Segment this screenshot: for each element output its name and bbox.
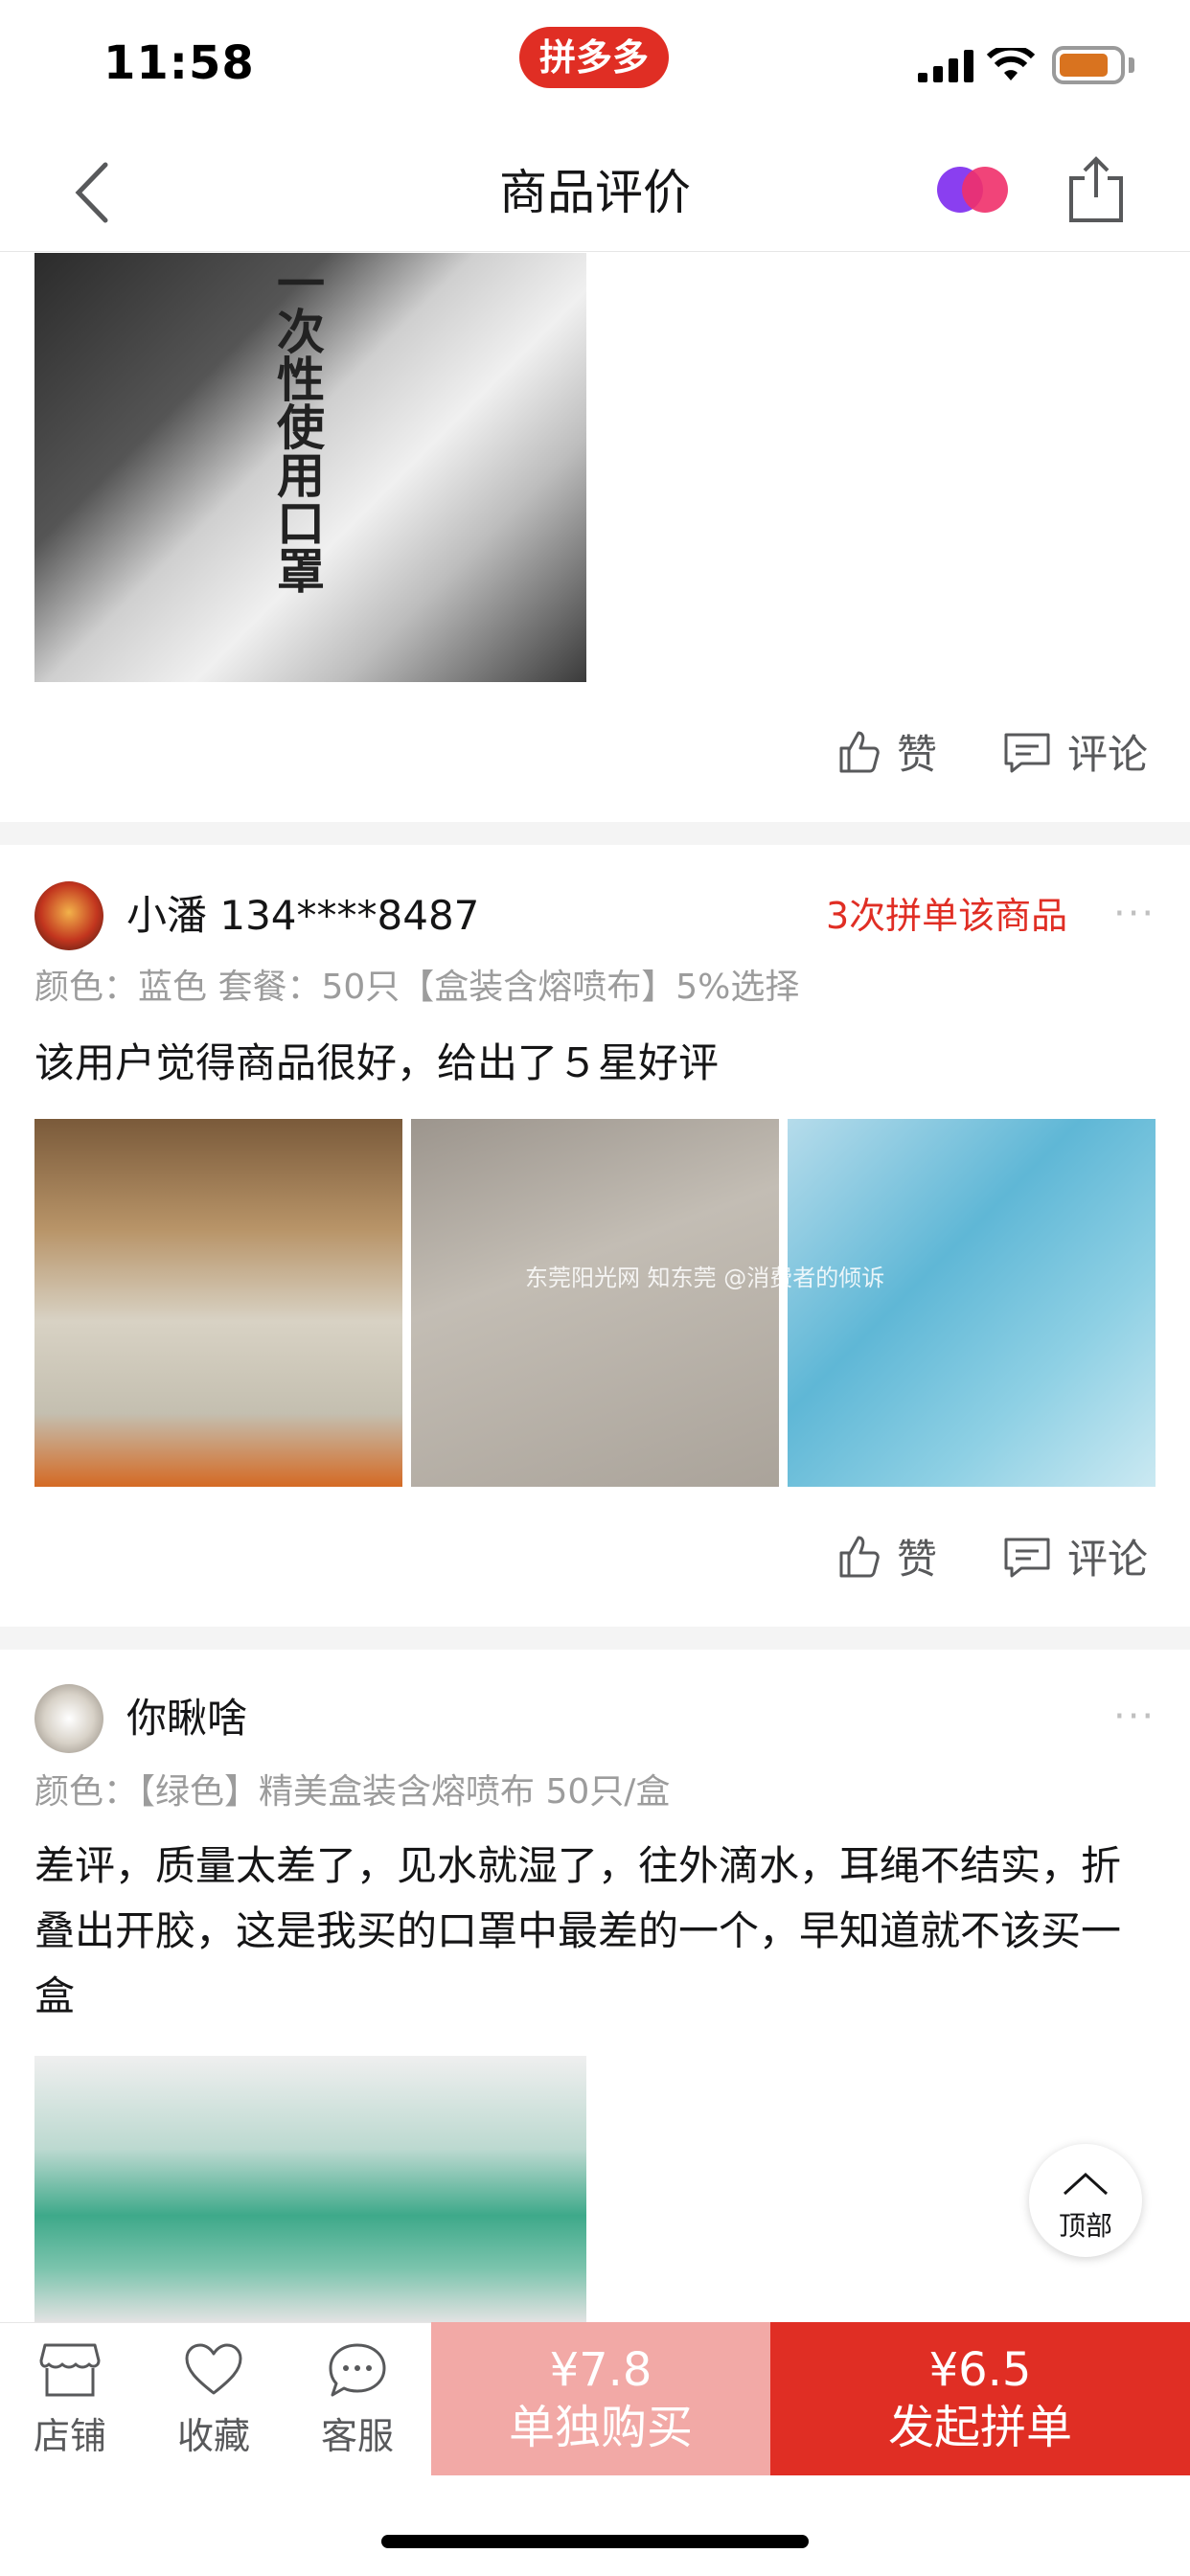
single-price: ¥7.8 — [549, 2343, 652, 2397]
heart-icon — [185, 2343, 242, 2395]
avatar[interactable] — [34, 881, 103, 950]
shop-label: 店铺 — [33, 2415, 106, 2457]
home-indicator[interactable] — [381, 2535, 809, 2548]
comment-label: 评论 — [1067, 731, 1149, 778]
comment-label: 评论 — [1067, 1536, 1149, 1583]
comment-button[interactable]: 评论 — [1002, 1527, 1148, 1585]
customer-service-button[interactable]: 客服 — [295, 2341, 420, 2459]
comment-icon — [1004, 1538, 1050, 1577]
shop-button[interactable]: 店铺 — [8, 2341, 132, 2459]
like-label: 赞 — [897, 1536, 938, 1583]
more-options-icon[interactable]: ··· — [1113, 887, 1156, 941]
product-spec: 颜色：蓝色 套餐：50只【盒装含熔喷布】5%选择 — [34, 968, 800, 1007]
wifi-icon — [987, 48, 1035, 80]
group-price: ¥6.5 — [928, 2343, 1032, 2397]
thumbs-up-icon — [839, 731, 880, 772]
group-buy-label: 发起拼单 — [887, 2401, 1072, 2454]
favorite-button[interactable]: 收藏 — [151, 2341, 276, 2459]
review-image[interactable] — [34, 2056, 586, 2322]
favorite-label: 收藏 — [176, 2415, 250, 2457]
review-image[interactable] — [34, 1119, 402, 1487]
single-buy-label: 单独购买 — [508, 2401, 693, 2454]
battery-tip — [1129, 57, 1134, 73]
divider — [0, 1627, 1190, 1650]
pinduoduo-circles-icon[interactable] — [935, 163, 1010, 217]
battery-icon — [1052, 46, 1125, 84]
username: 小潘 134****8487 — [126, 892, 480, 939]
product-spec: 颜色：【绿色】精美盒装含熔喷布 50只/盒 — [34, 1772, 671, 1812]
page-title: 商品评价 — [499, 165, 691, 220]
app-badge: 拼多多 — [519, 27, 669, 88]
review-text: 该用户觉得商品很好，给出了５星好评 — [34, 1039, 720, 1086]
customer-service-label: 客服 — [320, 2415, 394, 2457]
chevron-up-icon — [1063, 2172, 1109, 2196]
back-to-top-label: 顶部 — [1058, 2210, 1112, 2242]
comment-button[interactable]: 评论 — [1002, 722, 1148, 781]
purchase-count-badge: 3次拼单该商品 — [826, 895, 1068, 937]
watermark: 东莞阳光网 知东莞 @消费者的倾诉 — [525, 1265, 885, 1291]
thumbs-up-icon — [839, 1536, 880, 1577]
like-button[interactable]: 赞 — [835, 722, 937, 781]
share-icon[interactable] — [1065, 153, 1127, 226]
like-button[interactable]: 赞 — [835, 1527, 937, 1585]
more-options-icon[interactable]: ··· — [1113, 1690, 1156, 1744]
chat-bubble-icon — [329, 2343, 386, 2397]
comment-icon — [1004, 733, 1050, 772]
signal-icon — [918, 50, 973, 82]
back-to-top-button[interactable]: 顶部 — [1029, 2144, 1142, 2257]
review-image[interactable] — [788, 1119, 1156, 1487]
review-image[interactable] — [411, 1119, 779, 1487]
divider — [0, 822, 1190, 845]
shop-icon — [39, 2343, 101, 2397]
like-label: 赞 — [897, 731, 938, 778]
status-time: 11:58 — [103, 36, 255, 90]
buy-single-button[interactable]: ¥7.8 单独购买 — [431, 2322, 770, 2475]
avatar[interactable] — [34, 1684, 103, 1753]
review-image-caption: 一次性使用口罩 — [269, 259, 325, 594]
username: 你瞅啥 — [126, 1695, 248, 1742]
review-text: 差评，质量太差了，见水就湿了，往外滴水，耳绳不结实，折叠出开胶，这是我买的口罩中… — [34, 1842, 1122, 2019]
start-group-buy-button[interactable]: ¥6.5 发起拼单 — [770, 2322, 1190, 2475]
